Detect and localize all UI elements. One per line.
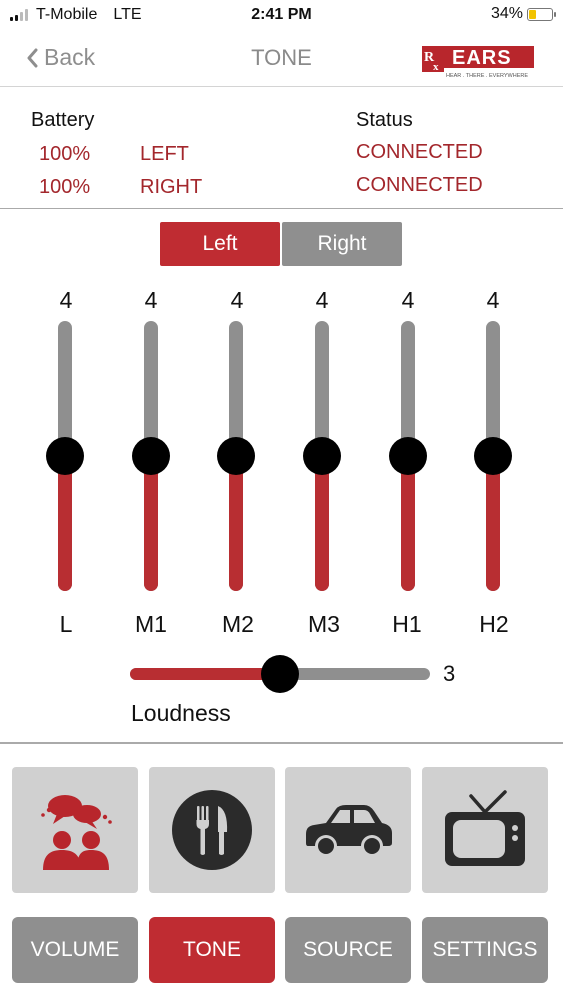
status-header: Status bbox=[356, 109, 413, 131]
restaurant-preset[interactable] bbox=[149, 767, 275, 893]
tab-tone[interactable]: TONE bbox=[149, 917, 275, 983]
tv-preset[interactable] bbox=[422, 767, 548, 893]
eq-label-h1: H1 bbox=[392, 611, 422, 637]
nav-bar: Back TONE R x EARS HEAR . THERE . EVERYW… bbox=[0, 30, 563, 87]
tab-settings[interactable]: SETTINGS bbox=[422, 917, 548, 983]
conversation-preset[interactable] bbox=[12, 767, 138, 893]
right-side-label: RIGHT bbox=[140, 176, 203, 198]
eq-label-m2: M2 bbox=[222, 611, 254, 637]
eq-label-m1: M1 bbox=[135, 611, 167, 637]
loudness-knob[interactable] bbox=[261, 655, 299, 693]
eq-knob-m1[interactable] bbox=[132, 437, 170, 475]
clock: 2:41 PM bbox=[251, 6, 312, 23]
eq-knob-m3[interactable] bbox=[303, 437, 341, 475]
left-side-label: LEFT bbox=[140, 143, 189, 165]
eq-value-l: 4 bbox=[59, 287, 73, 313]
eq-label-h2: H2 bbox=[479, 611, 509, 637]
tab-volume[interactable]: VOLUME bbox=[12, 917, 138, 983]
battery-header: Battery bbox=[31, 109, 95, 131]
eq-knob-h1[interactable] bbox=[389, 437, 427, 475]
car-icon bbox=[306, 805, 392, 857]
right-battery-value: 100% bbox=[39, 176, 91, 198]
eq-knob-h2[interactable] bbox=[474, 437, 512, 475]
status-bar: T-Mobile LTE 2:41 PM 34% bbox=[0, 0, 563, 30]
eq-value-h2: 4 bbox=[486, 287, 500, 313]
right-ear-button[interactable]: Right bbox=[282, 222, 402, 266]
loudness-value: 3 bbox=[443, 661, 456, 686]
tv-icon bbox=[445, 790, 525, 866]
conversation-icon bbox=[41, 795, 112, 870]
status-bar-right: 34% bbox=[490, 5, 556, 23]
eq-knob-m2[interactable] bbox=[217, 437, 255, 475]
eq-label-m3: M3 bbox=[308, 611, 340, 637]
eq-value-m2: 4 bbox=[230, 287, 244, 313]
svg-text:EARS: EARS bbox=[452, 47, 512, 69]
left-status-value: CONNECTED bbox=[356, 141, 483, 163]
eq-value-m3: 4 bbox=[315, 287, 329, 313]
loudness-label: Loudness bbox=[131, 700, 231, 726]
eq-label-l: L bbox=[59, 611, 73, 637]
ear-side-toggle: Left Right bbox=[160, 222, 402, 266]
battery-icon bbox=[527, 7, 556, 21]
fork-knife-icon bbox=[172, 790, 252, 870]
loudness-fill bbox=[130, 668, 280, 680]
device-info-panel: Battery Status 100% LEFT CONNECTED 100% … bbox=[0, 88, 563, 209]
eq-value-m1: 4 bbox=[144, 287, 158, 313]
eq-knob-l[interactable] bbox=[46, 437, 84, 475]
car-preset[interactable] bbox=[285, 767, 411, 893]
left-ear-button[interactable]: Left bbox=[160, 222, 280, 266]
section-divider bbox=[0, 742, 563, 744]
rx-ears-logo: R x EARS HEAR . THERE . EVERYWHERE bbox=[422, 42, 536, 80]
battery-percent: 34% bbox=[490, 5, 523, 22]
eq-value-h1: 4 bbox=[401, 287, 415, 313]
svg-text:HEAR . THERE . EVERYWHERE: HEAR . THERE . EVERYWHERE bbox=[446, 73, 528, 79]
left-battery-value: 100% bbox=[39, 143, 91, 165]
svg-text:x: x bbox=[433, 61, 439, 73]
tab-source[interactable]: SOURCE bbox=[285, 917, 411, 983]
right-status-value: CONNECTED bbox=[356, 174, 483, 196]
